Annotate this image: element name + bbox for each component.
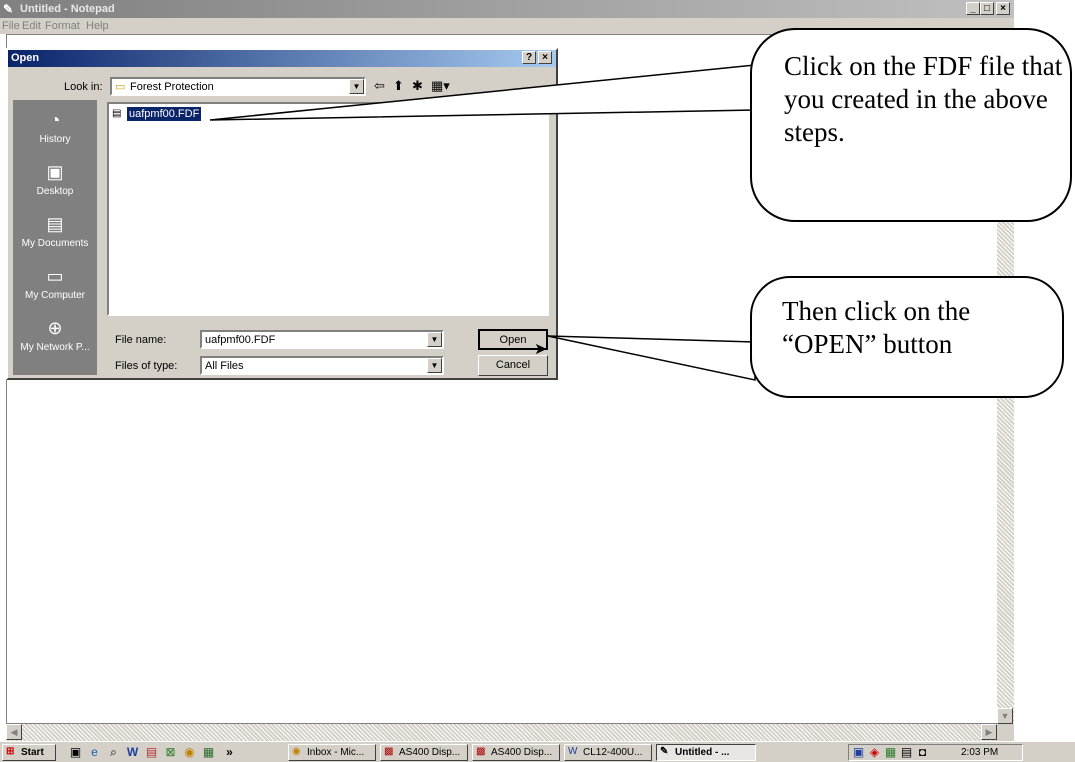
search-icon[interactable]: ⌕ (106, 745, 121, 760)
callout-select-file-text: Click on the FDF file that you created i… (784, 51, 1063, 147)
task-label: AS400 Disp... (491, 747, 553, 758)
monitor-tray-icon[interactable]: ▦ (883, 745, 898, 760)
windows-logo-icon: ⊞ (6, 746, 15, 757)
network-tray-icon[interactable]: ▣ (851, 745, 866, 760)
more-quicklaunch-chevron[interactable]: » (222, 745, 237, 760)
internet-explorer-icon[interactable]: e (87, 745, 102, 760)
word-icon: W (568, 746, 578, 757)
task-label: AS400 Disp... (399, 747, 461, 758)
task-label: Inbox - Mic... (307, 747, 365, 758)
notepad-icon: ✎ (660, 746, 669, 757)
powerpoint-icon[interactable]: ▤ (144, 745, 159, 760)
task-label: Untitled - ... (675, 747, 730, 758)
callout-top-pointer (209, 64, 756, 121)
task-cl12[interactable]: W CL12-400U... (564, 744, 652, 761)
callout-bottom-pointer (547, 335, 756, 381)
device-tray-icon[interactable]: ◘ (915, 745, 930, 760)
task-as400-2[interactable]: ▩ AS400 Disp... (472, 744, 560, 761)
system-tray: ▣ ◈ ▦ ▤ ◘ 2:03 PM (848, 744, 1023, 761)
terminal-icon: ▩ (384, 746, 394, 757)
terminal-icon: ▩ (476, 746, 486, 757)
callout-click-open-text: Then click on the “OPEN” button (782, 296, 971, 359)
outlook-icon: ◉ (292, 746, 301, 757)
excel-icon[interactable]: ⊠ (163, 745, 178, 760)
task-inbox[interactable]: ◉ Inbox - Mic... (288, 744, 376, 761)
project-icon[interactable]: ▦ (201, 745, 216, 760)
show-desktop-icon[interactable]: ▣ (68, 745, 83, 760)
task-untitled-notepad[interactable]: ✎ Untitled - ... (656, 744, 756, 761)
callout-click-open: Then click on the “OPEN” button (750, 276, 1064, 398)
clock: 2:03 PM (961, 747, 999, 758)
outlook-icon[interactable]: ◉ (182, 745, 197, 760)
callout-select-file: Click on the FDF file that you created i… (750, 28, 1072, 222)
volume-tray-icon[interactable]: ◈ (867, 745, 882, 760)
word-icon[interactable]: W (125, 745, 140, 760)
taskbar: ⊞ Start ▣ e ⌕ W ▤ ⊠ ◉ ▦ » ◉ Inbox - Mic.… (0, 741, 1075, 762)
start-button[interactable]: ⊞ Start (2, 744, 56, 761)
start-label: Start (21, 747, 44, 758)
task-label: CL12-400U... (583, 747, 643, 758)
printer-tray-icon[interactable]: ▤ (899, 745, 914, 760)
task-as400-1[interactable]: ▩ AS400 Disp... (380, 744, 468, 761)
